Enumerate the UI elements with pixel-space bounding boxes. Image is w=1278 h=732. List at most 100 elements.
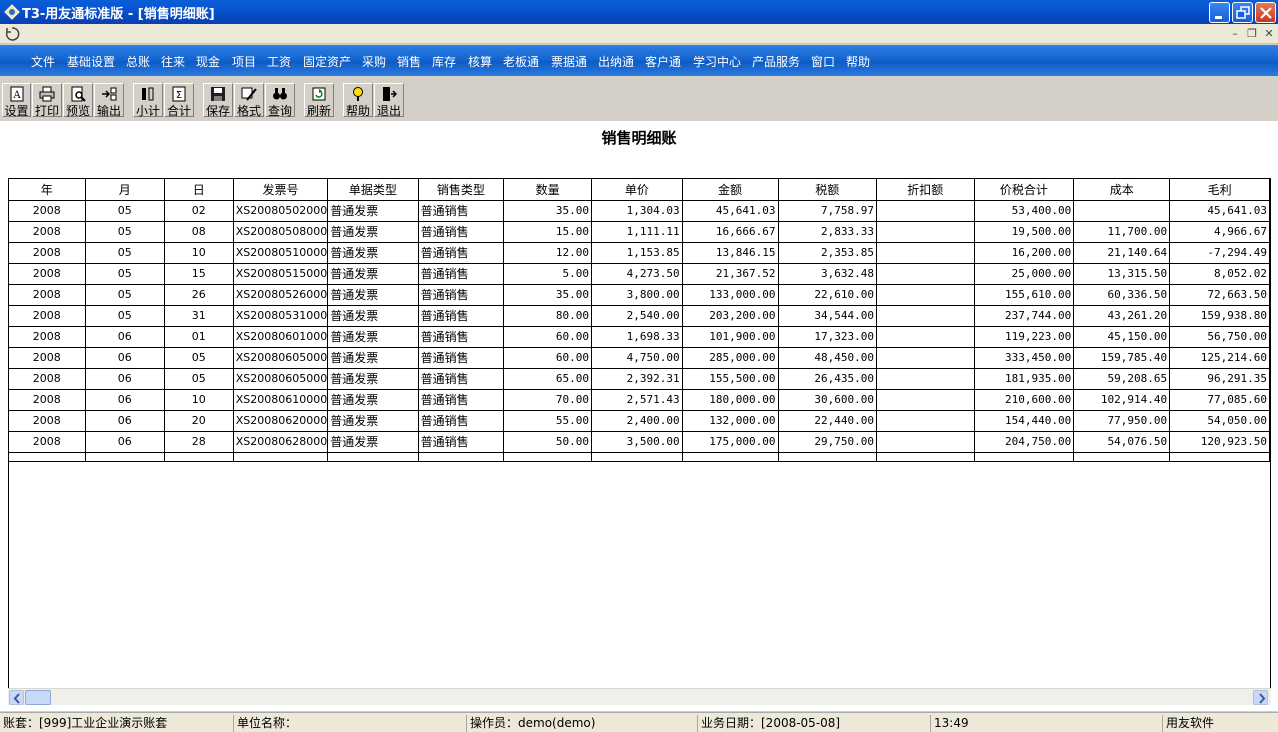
table-cell[interactable]: 普通销售 bbox=[418, 389, 505, 411]
table-cell[interactable]: 普通发票 bbox=[327, 200, 419, 222]
table-cell[interactable]: XS20080502000 bbox=[233, 200, 329, 222]
table-cell[interactable]: 2008 bbox=[9, 368, 86, 390]
table-cell[interactable]: 1,111.11 bbox=[591, 221, 683, 243]
horizontal-scrollbar[interactable] bbox=[8, 688, 1271, 705]
table-cell[interactable]: 70.00 bbox=[503, 389, 593, 411]
table-cell[interactable]: 06 bbox=[85, 410, 165, 432]
table-cell[interactable] bbox=[876, 431, 975, 453]
subtotal-button[interactable]: 小计 bbox=[133, 83, 163, 118]
table-cell[interactable] bbox=[876, 326, 975, 348]
menu-item[interactable]: 固定资产 bbox=[303, 53, 351, 70]
table-cell[interactable]: 35.00 bbox=[503, 200, 593, 222]
table-cell[interactable]: 普通销售 bbox=[418, 305, 505, 327]
menu-item[interactable]: 核算 bbox=[468, 53, 492, 70]
table-cell[interactable]: 56,750.00 bbox=[1169, 326, 1270, 348]
menu-item[interactable]: 往来 bbox=[161, 53, 185, 70]
table-cell[interactable]: 125,214.60 bbox=[1169, 347, 1270, 369]
table-cell[interactable] bbox=[876, 221, 975, 243]
exit-button[interactable]: 退出 bbox=[374, 83, 404, 118]
table-cell[interactable]: 06 bbox=[85, 368, 165, 390]
menu-item[interactable]: 总账 bbox=[126, 53, 150, 70]
column-header[interactable]: 单据类型 bbox=[327, 179, 419, 201]
table-cell[interactable]: 50.00 bbox=[503, 431, 593, 453]
table-cell[interactable]: XS20080601000 bbox=[233, 326, 329, 348]
table-cell[interactable]: 普通销售 bbox=[418, 284, 505, 306]
table-cell[interactable]: 31 bbox=[164, 305, 234, 327]
table-cell[interactable]: 1,698.33 bbox=[591, 326, 683, 348]
table-row[interactable]: 2008 06 28 XS20080628000 普通发票 普通销售 50.00 3,500.… bbox=[9, 431, 1270, 453]
table-cell[interactable]: 2008 bbox=[9, 389, 86, 411]
column-header[interactable]: 年 bbox=[9, 179, 86, 201]
table-row[interactable]: 2008 05 15 XS20080515000 普通发票 普通销售 5.00 4,273.5… bbox=[9, 263, 1270, 285]
table-cell[interactable]: 237,744.00 bbox=[974, 305, 1075, 327]
table-cell[interactable]: 22,610.00 bbox=[778, 284, 878, 306]
table-cell[interactable]: 180,000.00 bbox=[682, 389, 779, 411]
table-cell[interactable]: 29,750.00 bbox=[778, 431, 878, 453]
table-cell[interactable]: 13,315.50 bbox=[1073, 263, 1171, 285]
export-button[interactable]: 输出 bbox=[94, 83, 124, 118]
table-cell[interactable]: 55.00 bbox=[503, 410, 593, 432]
table-cell[interactable]: 26 bbox=[164, 284, 234, 306]
menu-item[interactable]: 工资 bbox=[267, 53, 291, 70]
menu-item[interactable]: 产品服务 bbox=[752, 53, 800, 70]
table-cell[interactable]: 普通发票 bbox=[327, 284, 419, 306]
table-cell[interactable]: 4,750.00 bbox=[591, 347, 683, 369]
table-cell[interactable]: 普通销售 bbox=[418, 200, 505, 222]
table-cell[interactable]: 05 bbox=[85, 200, 165, 222]
table-cell[interactable]: 05 bbox=[85, 242, 165, 264]
table-cell[interactable]: 45,641.03 bbox=[1169, 200, 1270, 222]
table-cell[interactable]: 06 bbox=[85, 326, 165, 348]
table-cell[interactable]: 333,450.00 bbox=[974, 347, 1075, 369]
table-cell[interactable]: 普通销售 bbox=[418, 347, 505, 369]
table-cell[interactable]: 2,353.85 bbox=[778, 242, 878, 264]
table-cell[interactable]: 普通销售 bbox=[418, 368, 505, 390]
print-button[interactable]: 打印 bbox=[32, 83, 62, 118]
table-cell[interactable]: 154,440.00 bbox=[974, 410, 1075, 432]
table-cell[interactable]: 60.00 bbox=[503, 326, 593, 348]
table-cell[interactable]: 102,914.40 bbox=[1073, 389, 1171, 411]
table-cell[interactable]: 2008 bbox=[9, 263, 86, 285]
table-cell[interactable]: 119,223.00 bbox=[974, 326, 1075, 348]
table-cell[interactable]: 54,076.50 bbox=[1073, 431, 1171, 453]
help-button[interactable]: 帮助 bbox=[343, 83, 373, 118]
table-cell[interactable]: 65.00 bbox=[503, 368, 593, 390]
table-cell[interactable] bbox=[876, 242, 975, 264]
table-cell[interactable] bbox=[876, 389, 975, 411]
scroll-left-button[interactable] bbox=[9, 690, 24, 705]
scroll-thumb[interactable] bbox=[25, 690, 51, 705]
table-cell[interactable]: 2,392.31 bbox=[591, 368, 683, 390]
table-cell[interactable]: 15.00 bbox=[503, 221, 593, 243]
table-cell[interactable]: 28 bbox=[164, 431, 234, 453]
table-cell[interactable]: 17,323.00 bbox=[778, 326, 878, 348]
menu-item[interactable]: 学习中心 bbox=[693, 53, 741, 70]
column-header[interactable]: 价税合计 bbox=[974, 179, 1075, 201]
table-cell[interactable]: 43,261.20 bbox=[1073, 305, 1171, 327]
table-cell[interactable]: 3,500.00 bbox=[591, 431, 683, 453]
table-cell[interactable]: XS20080628000 bbox=[233, 431, 329, 453]
table-cell[interactable]: 2,833.33 bbox=[778, 221, 878, 243]
table-cell[interactable]: 13,846.15 bbox=[682, 242, 779, 264]
table-cell[interactable]: 02 bbox=[164, 200, 234, 222]
table-cell[interactable]: 2008 bbox=[9, 347, 86, 369]
table-cell[interactable]: 普通销售 bbox=[418, 410, 505, 432]
table-cell[interactable]: 普通销售 bbox=[418, 326, 505, 348]
table-cell[interactable]: 2008 bbox=[9, 305, 86, 327]
table-row[interactable]: 2008 05 10 XS20080510000 普通发票 普通销售 12.00 1,153.… bbox=[9, 242, 1270, 264]
table-cell[interactable]: 159,785.40 bbox=[1073, 347, 1171, 369]
table-cell[interactable]: 16,666.67 bbox=[682, 221, 779, 243]
table-cell[interactable]: 101,900.00 bbox=[682, 326, 779, 348]
table-cell[interactable]: 181,935.00 bbox=[974, 368, 1075, 390]
column-header[interactable]: 单价 bbox=[591, 179, 683, 201]
menu-item[interactable]: 销售 bbox=[397, 53, 421, 70]
table-row[interactable]: 2008 06 05 XS20080605000 普通发票 普通销售 60.00 4,750.… bbox=[9, 347, 1270, 369]
table-cell[interactable]: 05 bbox=[164, 347, 234, 369]
table-cell[interactable]: 77,950.00 bbox=[1073, 410, 1171, 432]
table-cell[interactable]: 59,208.65 bbox=[1073, 368, 1171, 390]
table-cell[interactable]: 4,966.67 bbox=[1169, 221, 1270, 243]
table-cell[interactable]: 19,500.00 bbox=[974, 221, 1075, 243]
column-header[interactable]: 金额 bbox=[682, 179, 779, 201]
table-cell[interactable]: 05 bbox=[85, 263, 165, 285]
save-button[interactable]: 保存 bbox=[203, 83, 233, 118]
column-header[interactable]: 税额 bbox=[778, 179, 878, 201]
table-cell[interactable]: XS20080610000 bbox=[233, 389, 329, 411]
